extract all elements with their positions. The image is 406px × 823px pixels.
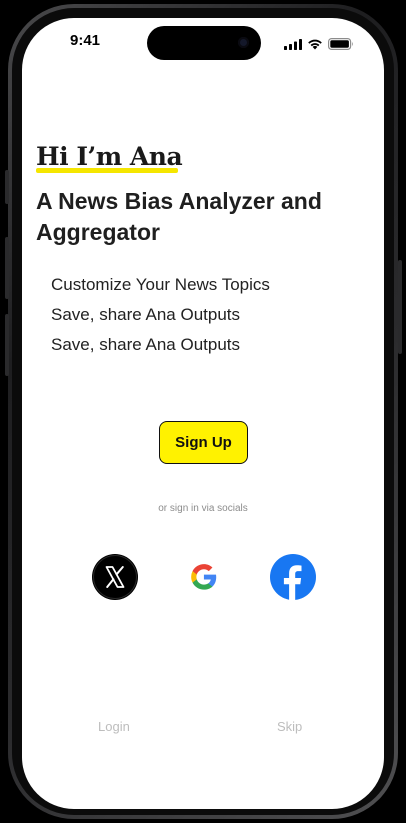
login-link[interactable]: Login <box>98 719 130 734</box>
social-sign-in-prompt: or sign in via socials <box>158 503 248 514</box>
phone-mockup: 9:41 Hi I’m Ana A News Bias Analyzer and… <box>0 0 406 823</box>
app-screen: 9:41 Hi I’m Ana A News Bias Analyzer and… <box>22 18 384 809</box>
volume-down-button <box>5 314 9 376</box>
camera-icon <box>238 37 249 48</box>
feature-item: Save, share Ana Outputs <box>51 305 241 324</box>
action-button <box>5 170 9 204</box>
power-button <box>398 260 402 354</box>
battery-icon <box>328 37 354 55</box>
facebook-sign-in-button[interactable] <box>270 554 316 600</box>
status-time: 9:41 <box>70 32 101 49</box>
skip-link[interactable]: Skip <box>277 719 302 734</box>
x-logo-icon <box>92 554 138 600</box>
greeting-title: Hi I’m Ana <box>36 142 183 171</box>
sign-up-button[interactable]: Sign Up <box>159 421 248 464</box>
x-sign-in-button[interactable] <box>92 554 138 600</box>
google-logo-icon <box>181 554 227 600</box>
wifi-icon <box>307 37 323 55</box>
facebook-logo-icon <box>270 554 316 600</box>
feature-item: Customize Your News Topics <box>51 275 270 294</box>
app-headline: A News Bias Analyzer and Aggregator <box>36 188 322 245</box>
feature-list: Customize Your News Topics Save, share A… <box>51 270 270 360</box>
dynamic-island <box>147 26 261 60</box>
status-icons <box>284 37 354 55</box>
cellular-signal-icon <box>284 37 302 55</box>
google-sign-in-button[interactable] <box>181 554 227 600</box>
feature-item: Save, share Ana Outputs <box>51 335 241 354</box>
volume-up-button <box>5 237 9 299</box>
